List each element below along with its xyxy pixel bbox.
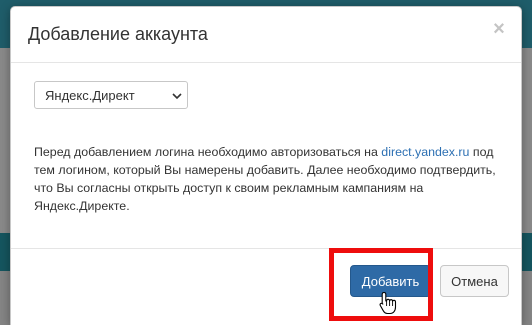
account-type-selected-value: Яндекс.Директ xyxy=(45,88,135,103)
info-text-before-link: Перед добавлением логина необходимо авто… xyxy=(34,145,382,159)
authorization-info-text: Перед добавлением логина необходимо авто… xyxy=(34,143,504,215)
dialog-title: Добавление аккаунта xyxy=(28,24,208,44)
add-account-dialog: Добавление аккаунта × Яндекс.Директ Пере… xyxy=(10,6,522,325)
direct-yandex-link[interactable]: direct.yandex.ru xyxy=(381,145,469,159)
close-button[interactable]: × xyxy=(489,19,509,39)
add-button[interactable]: Добавить xyxy=(350,265,431,297)
account-type-select[interactable]: Яндекс.Директ xyxy=(34,81,188,109)
dialog-footer-divider xyxy=(11,248,521,249)
cancel-button[interactable]: Отмена xyxy=(440,265,509,297)
dialog-header: Добавление аккаунта × xyxy=(11,7,521,63)
chevron-down-icon xyxy=(172,93,182,100)
